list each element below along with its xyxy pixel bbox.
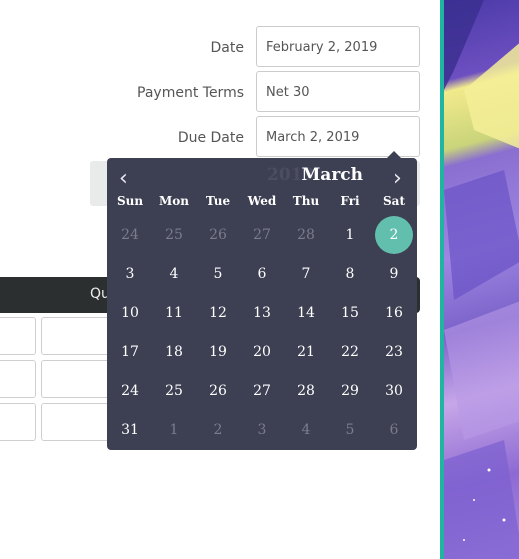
weekday-header: Wed	[247, 194, 277, 208]
calendar-month: March	[301, 165, 363, 185]
calendar-day[interactable]: 2	[199, 411, 237, 449]
table-cell[interactable]	[0, 403, 36, 441]
date-picker-calendar: ‹ 2019 March › Sun Mon Tue Wed Thu Fri Sat 24 2…	[107, 158, 417, 450]
calendar-day[interactable]: 9	[375, 255, 413, 293]
calendar-day[interactable]: 10	[111, 294, 149, 332]
calendar-day[interactable]: 3	[111, 255, 149, 293]
calendar-day[interactable]: 20	[243, 333, 281, 371]
calendar-day[interactable]: 16	[375, 294, 413, 332]
weekday-header: Sun	[116, 194, 144, 208]
date-field[interactable]: February 2, 2019	[256, 26, 420, 67]
calendar-day[interactable]: 5	[199, 255, 237, 293]
weekday-header: Fri	[340, 194, 360, 208]
calendar-day[interactable]: 14	[287, 294, 325, 332]
weekday-header: Sat	[383, 194, 405, 208]
calendar-day[interactable]: 19	[199, 333, 237, 371]
calendar-day[interactable]: 8	[331, 255, 369, 293]
table-cell[interactable]	[0, 317, 36, 355]
calendar-day[interactable]: 30	[375, 372, 413, 410]
calendar-day[interactable]: 21	[287, 333, 325, 371]
payment-terms-label: Payment Terms	[137, 85, 244, 101]
calendar-day[interactable]: 26	[199, 372, 237, 410]
calendar-day[interactable]: 1	[331, 216, 369, 254]
calendar-pointer	[387, 151, 401, 158]
calendar-day[interactable]: 15	[331, 294, 369, 332]
calendar-day[interactable]: 29	[331, 372, 369, 410]
calendar-day-selected[interactable]: 2	[375, 216, 413, 254]
calendar-day[interactable]: 27	[243, 372, 281, 410]
payment-terms-field[interactable]: Net 30	[256, 71, 420, 112]
calendar-day[interactable]: 24	[111, 372, 149, 410]
calendar-day[interactable]: 11	[155, 294, 193, 332]
calendar-day[interactable]: 23	[375, 333, 413, 371]
calendar-day[interactable]: 5	[331, 411, 369, 449]
calendar-day[interactable]: 7	[287, 255, 325, 293]
calendar-day[interactable]: 17	[111, 333, 149, 371]
chevron-right-icon[interactable]: ›	[393, 166, 402, 191]
calendar-day[interactable]: 18	[155, 333, 193, 371]
calendar-day[interactable]: 26	[199, 216, 237, 254]
calendar-day[interactable]: 31	[111, 411, 149, 449]
calendar-day[interactable]: 12	[199, 294, 237, 332]
calendar-day[interactable]: 6	[243, 255, 281, 293]
calendar-day[interactable]: 4	[155, 255, 193, 293]
calendar-day[interactable]: 1	[155, 411, 193, 449]
calendar-day[interactable]: 24	[111, 216, 149, 254]
calendar-day[interactable]: 25	[155, 372, 193, 410]
calendar-day[interactable]: 13	[243, 294, 281, 332]
calendar-day[interactable]: 4	[287, 411, 325, 449]
calendar-day[interactable]: 22	[331, 333, 369, 371]
calendar-day[interactable]: 28	[287, 216, 325, 254]
calendar-day[interactable]: 3	[243, 411, 281, 449]
date-label: Date	[210, 40, 244, 56]
background-artwork	[440, 0, 519, 559]
weekday-header: Mon	[158, 194, 189, 208]
due-date-label: Due Date	[177, 130, 244, 146]
calendar-day[interactable]: 25	[155, 216, 193, 254]
calendar-day[interactable]: 28	[287, 372, 325, 410]
weekday-header: Tue	[205, 194, 231, 208]
calendar-day[interactable]: 27	[243, 216, 281, 254]
table-cell[interactable]	[0, 360, 36, 398]
weekday-header: Thu	[292, 194, 320, 208]
calendar-day[interactable]: 6	[375, 411, 413, 449]
